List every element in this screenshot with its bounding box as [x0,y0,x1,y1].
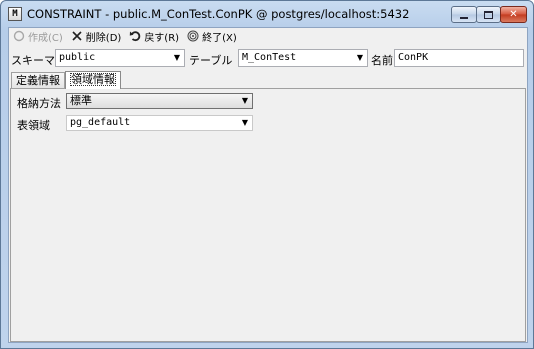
minimize-icon [460,16,468,19]
revert-label: 戻す(R) [144,32,180,44]
tab-strip: 定義情報 領域情報 [11,71,121,89]
storage-panel: 格納方法 標準 ▼ 表領域 pg_default ▼ [10,88,526,342]
chevron-down-icon: ▼ [241,118,248,127]
undo-icon [130,31,141,42]
finish-label: 終了(X) [202,32,237,44]
app-icon: M [8,7,22,21]
name-field[interactable]: ConPK [394,49,524,67]
chevron-down-icon: ▼ [241,96,248,105]
storage-method-select[interactable]: 標準 ▼ [66,93,253,109]
revert-button[interactable]: 戻す(R) [129,29,179,44]
constraint-window: M CONSTRAINT - public.M_ConTest.ConPK @ … [0,0,534,349]
circle-icon [13,30,25,42]
maximize-button[interactable] [476,6,501,23]
minimize-button[interactable] [451,6,477,23]
window-title: CONSTRAINT - public.M_ConTest.ConPK @ po… [27,7,410,21]
title-bar[interactable]: M CONSTRAINT - public.M_ConTest.ConPK @ … [1,1,533,27]
exit-icon [187,30,199,42]
identity-row: スキーマ public ▼ テーブル M_ConTest ▼ 名前 ConPK [9,49,527,68]
name-label: 名前 [371,54,393,67]
schema-label: スキーマ [11,54,55,67]
close-icon: ✕ [509,9,518,20]
chevron-down-icon: ▼ [173,53,180,62]
toolbar: 作成(C) 削除(D) 戻す(R) 終了(X) [9,28,527,44]
name-value: ConPK [398,52,429,63]
delete-button[interactable]: 削除(D) [71,29,122,44]
table-select[interactable]: M_ConTest ▼ [238,49,368,67]
create-label: 作成(C) [28,32,63,44]
tab-storage[interactable]: 領域情報 [65,71,121,89]
tab-definition-label: 定義情報 [16,74,60,87]
cross-icon [72,31,82,41]
tablespace-label: 表領域 [17,119,50,132]
close-button[interactable]: ✕ [500,6,527,23]
chevron-down-icon: ▼ [356,53,363,62]
client-area: 作成(C) 削除(D) 戻す(R) 終了(X) スキーマ public ▼ テー… [8,27,528,343]
tab-definition[interactable]: 定義情報 [11,72,65,89]
tablespace-value: pg_default [70,117,131,128]
storage-method-value: 標準 [70,94,92,107]
schema-value: public [59,52,96,63]
storage-method-label: 格納方法 [17,97,61,110]
schema-select[interactable]: public ▼ [55,49,185,67]
create-button[interactable]: 作成(C) [13,29,63,44]
maximize-icon [484,10,493,19]
tab-storage-label: 領域情報 [70,73,116,86]
table-value: M_ConTest [242,52,297,63]
delete-label: 削除(D) [85,32,122,44]
table-label: テーブル [189,54,233,67]
tablespace-select[interactable]: pg_default ▼ [66,115,253,131]
finish-button[interactable]: 終了(X) [187,29,237,44]
